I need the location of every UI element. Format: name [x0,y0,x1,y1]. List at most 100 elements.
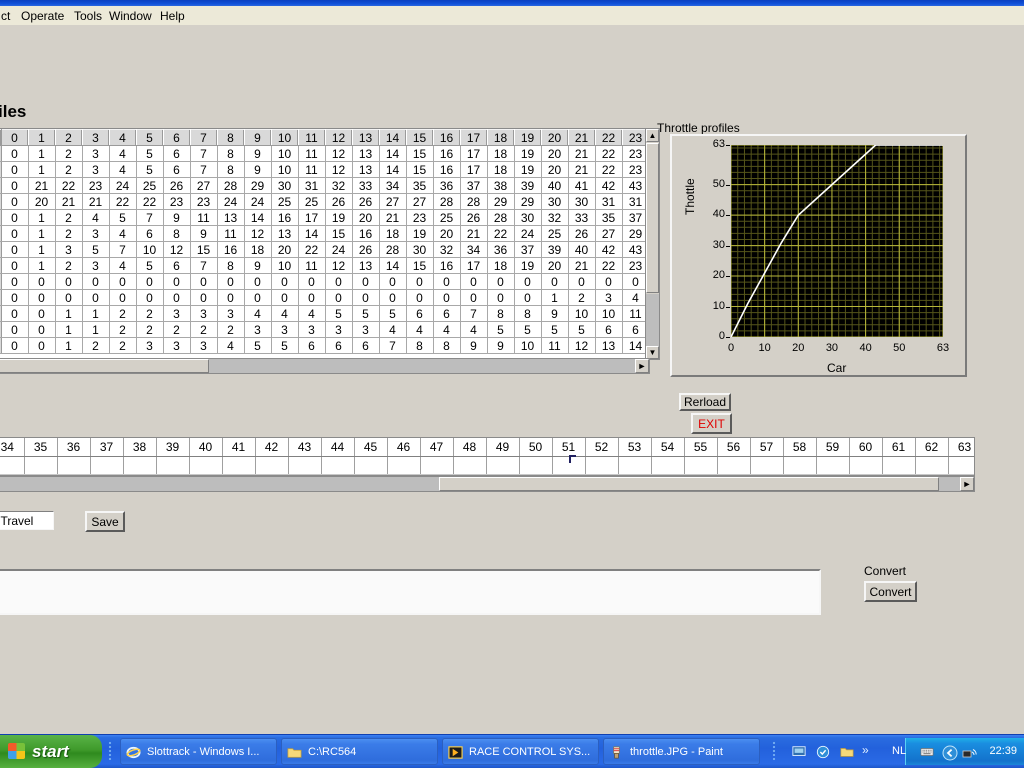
table-cell[interactable]: 0 [460,289,488,306]
table-cell[interactable]: 7 [109,241,137,258]
table-cell[interactable]: 2 [55,209,83,226]
table-cell[interactable]: 30 [514,209,542,226]
table-cell[interactable]: 10 [271,145,299,162]
table2-column-header[interactable]: 54 [651,438,685,457]
taskbar-item-race-control-sys[interactable]: RACE CONTROL SYS... [442,738,599,765]
table-cell[interactable]: 28 [433,193,461,210]
column-header[interactable]: 8 [217,129,245,146]
table-cell[interactable]: 4 [433,321,461,338]
table-cell[interactable]: 10 [595,305,623,322]
table-cell[interactable]: 3 [595,289,623,306]
table-cell[interactable]: 0 [325,273,353,290]
table-cell[interactable]: 4 [109,145,137,162]
reload-button[interactable]: Rerload [679,393,731,411]
table-cell[interactable]: 30 [541,193,569,210]
table-cell[interactable]: 21 [82,193,110,210]
table-cell[interactable]: 4 [379,321,407,338]
column-header[interactable]: 0 [1,129,29,146]
table-cell[interactable]: 0 [406,289,434,306]
table-cell[interactable]: 6 [163,257,191,274]
table-cell[interactable]: 28 [379,241,407,258]
table-cell[interactable]: 2 [163,321,191,338]
table-cell[interactable]: 26 [352,193,380,210]
table-cell[interactable]: 0 [217,289,245,306]
message-text-area[interactable] [0,569,821,615]
table2-cell[interactable] [288,456,322,475]
table-cell[interactable]: 37 [460,177,488,194]
table2-cell[interactable] [882,456,916,475]
table2-column-header[interactable]: 59 [816,438,850,457]
table-cell[interactable]: 20 [28,193,56,210]
table-cell[interactable]: 5 [325,305,353,322]
table2-column-header[interactable]: 62 [915,438,949,457]
table-cell[interactable]: 5 [82,241,110,258]
table-cell[interactable]: 9 [244,161,272,178]
table-cell[interactable]: 21 [568,161,596,178]
table-cell[interactable]: 5 [136,161,164,178]
table-cell[interactable]: 8 [163,225,191,242]
table-cell[interactable]: 22 [55,177,83,194]
table-cell[interactable]: 21 [379,209,407,226]
table-cell[interactable]: 7 [460,305,488,322]
table-cell[interactable]: 5 [568,321,596,338]
table-cell[interactable]: 14 [379,257,407,274]
table-cell[interactable]: 0 [406,273,434,290]
table-cell[interactable]: 0 [82,289,110,306]
table-cell[interactable]: 2 [82,337,110,354]
table-cell[interactable]: 5 [136,145,164,162]
table-cell[interactable]: 37 [514,241,542,258]
table-cell[interactable]: 2 [136,305,164,322]
table-cell[interactable]: 12 [244,225,272,242]
table2-scroll-right-arrow[interactable]: ► [960,477,974,491]
table2-column-header[interactable]: 48 [453,438,487,457]
table-cell[interactable]: 20 [433,225,461,242]
table-cell[interactable]: 14 [379,161,407,178]
table-cell[interactable]: 3 [55,241,83,258]
table-cell[interactable]: 11 [298,145,326,162]
table-cell[interactable]: 6 [325,337,353,354]
table2-cell[interactable] [750,456,784,475]
table-cell[interactable]: 17 [298,209,326,226]
start-button[interactable]: start [0,735,102,768]
table-cell[interactable]: 28 [487,209,515,226]
table-cell[interactable]: 3 [190,305,218,322]
menu-item-help[interactable]: Help [155,8,190,25]
table-cell[interactable]: 0 [190,289,218,306]
table2-column-header[interactable]: 51 [552,438,586,457]
column-header[interactable]: 3 [82,129,110,146]
table-cell[interactable]: 32 [325,177,353,194]
table2-column-header[interactable]: 40 [189,438,223,457]
cart-travel-label[interactable]: rt Travel [0,511,54,530]
table-cell[interactable]: 15 [325,225,353,242]
table-cell[interactable]: 4 [109,257,137,274]
tray-language-indicator[interactable]: NL [892,738,906,765]
table-cell[interactable]: 21 [568,145,596,162]
table-cell[interactable]: 1 [82,321,110,338]
table-cell[interactable]: 14 [379,145,407,162]
column-header[interactable]: 22 [595,129,623,146]
table-cell[interactable]: 36 [433,177,461,194]
table-cell[interactable]: 24 [514,225,542,242]
table-cell[interactable]: 0 [244,273,272,290]
table2-column-header[interactable]: 47 [420,438,454,457]
table-cell[interactable]: 24 [325,241,353,258]
table2-column-header[interactable]: 60 [849,438,883,457]
table-cell[interactable]: 3 [352,321,380,338]
table-cell[interactable]: 6 [595,321,623,338]
table-cell[interactable]: 11 [298,257,326,274]
table-cell[interactable]: 21 [460,225,488,242]
table-cell[interactable]: 2 [55,145,83,162]
table2-cell[interactable] [387,456,421,475]
taskbar-item-rc564-folder[interactable]: C:\RC564 [281,738,438,765]
table-cell[interactable]: 9 [244,145,272,162]
table2-cell[interactable] [684,456,718,475]
table-cell[interactable]: 10 [271,257,299,274]
table-cell[interactable]: 4 [217,337,245,354]
table-cell[interactable]: 0 [541,273,569,290]
table-cell[interactable]: 0 [433,273,461,290]
table-cell[interactable]: 0 [352,273,380,290]
convert-button[interactable]: Convert [864,581,917,602]
table-cell[interactable]: 22 [136,193,164,210]
table-cell[interactable]: 1 [82,305,110,322]
table2-column-header[interactable]: 38 [123,438,157,457]
